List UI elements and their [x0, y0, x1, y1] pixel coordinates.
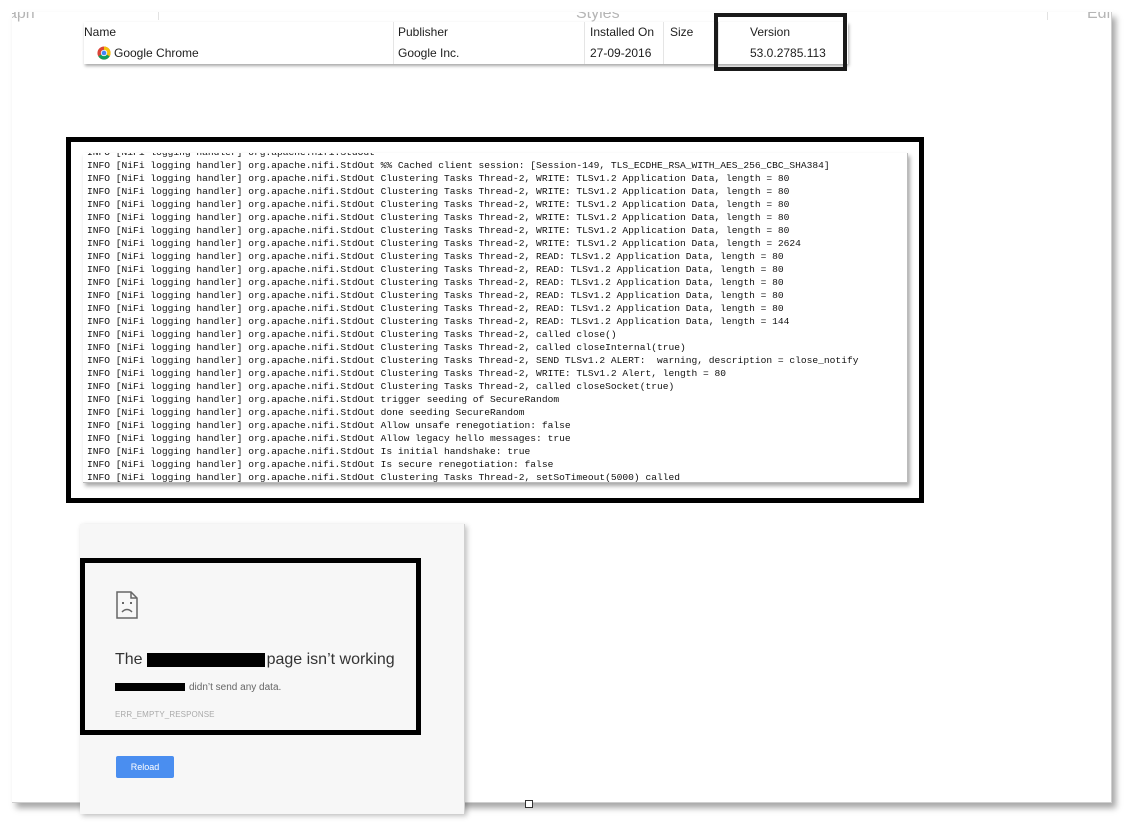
- program-name: Google Chrome: [114, 46, 199, 60]
- log-line: INFO [NiFi logging handler] org.apache.n…: [87, 472, 680, 483]
- column-header-publisher[interactable]: Publisher: [398, 22, 448, 42]
- column-header-name[interactable]: Name: [84, 22, 116, 42]
- log-line: INFO [NiFi logging handler] org.apache.n…: [87, 290, 784, 301]
- program-installed-on: 27-09-2016: [590, 46, 652, 60]
- log-line: INFO [NiFi logging handler] org.apache.n…: [87, 303, 784, 314]
- log-line: INFO [NiFi logging handler] org.apache.n…: [87, 186, 790, 197]
- log-lines: INFO [NiFi logging handler] org.apache.n…: [83, 153, 859, 483]
- ribbon-fragment-right: Edit: [1087, 12, 1112, 22]
- ribbon-divider: [158, 12, 159, 20]
- ribbon-fragment-left: aph: [12, 12, 35, 22]
- log-line: INFO [NiFi logging handler] org.apache.n…: [87, 407, 525, 418]
- column-divider[interactable]: [393, 22, 394, 43]
- column-divider[interactable]: [584, 22, 585, 43]
- column-header-size[interactable]: Size: [670, 22, 693, 42]
- column-divider: [584, 43, 585, 64]
- log-line: INFO [NiFi logging handler] org.apache.n…: [87, 342, 686, 353]
- log-line: INFO [NiFi logging handler] org.apache.n…: [87, 316, 790, 327]
- chrome-icon: [97, 46, 111, 60]
- log-line: INFO [NiFi logging handler] org.apache.n…: [87, 251, 784, 262]
- reload-button[interactable]: Reload: [116, 756, 174, 778]
- log-line: INFO [NiFi logging handler] org.apache.n…: [87, 329, 617, 340]
- log-line: INFO [NiFi logging handler] org.apache.n…: [87, 394, 560, 405]
- error-highlight-box: [80, 558, 421, 735]
- program-publisher: Google Inc.: [398, 46, 460, 60]
- log-line: INFO [NiFi logging handler] org.apache.n…: [87, 238, 801, 249]
- column-divider: [663, 43, 664, 64]
- column-header-installed-on[interactable]: Installed On: [590, 22, 654, 42]
- log-line: INFO [NiFi logging handler] org.apache.n…: [87, 160, 830, 171]
- log-line: INFO [NiFi logging handler] org.apache.n…: [87, 368, 727, 379]
- ribbon-fragment-center: Styles: [576, 12, 620, 22]
- log-line: INFO [NiFi logging handler] org.apache.n…: [87, 212, 790, 223]
- ribbon-divider: [1047, 12, 1048, 20]
- log-line: INFO [NiFi logging handler] org.apache.n…: [87, 446, 531, 457]
- log-line: INFO [NiFi logging handler] org.apache.n…: [87, 433, 571, 444]
- log-line: INFO [NiFi logging handler] org.apache.n…: [87, 381, 675, 392]
- log-line: INFO [NiFi logging handler] org.apache.n…: [87, 199, 790, 210]
- column-divider: [393, 43, 394, 64]
- resize-handle[interactable]: [525, 800, 533, 808]
- log-line: INFO [NiFi logging handler] org.apache.n…: [87, 264, 784, 275]
- log-line: INFO [NiFi logging handler] org.apache.n…: [87, 277, 784, 288]
- log-panel: INFO [NiFi logging handler] org.apache.n…: [83, 153, 908, 483]
- log-highlight-box: INFO [NiFi logging handler] org.apache.n…: [66, 137, 924, 503]
- column-divider[interactable]: [663, 22, 664, 43]
- log-line: INFO [NiFi logging handler] org.apache.n…: [87, 459, 554, 470]
- log-line: INFO [NiFi logging handler] org.apache.n…: [87, 355, 859, 366]
- log-line: INFO [NiFi logging handler] org.apache.n…: [87, 420, 571, 431]
- log-line: INFO [NiFi logging handler] org.apache.n…: [87, 225, 790, 236]
- version-highlight-box: [714, 13, 847, 71]
- log-line: INFO [NiFi logging handler] org.apache.n…: [87, 173, 790, 184]
